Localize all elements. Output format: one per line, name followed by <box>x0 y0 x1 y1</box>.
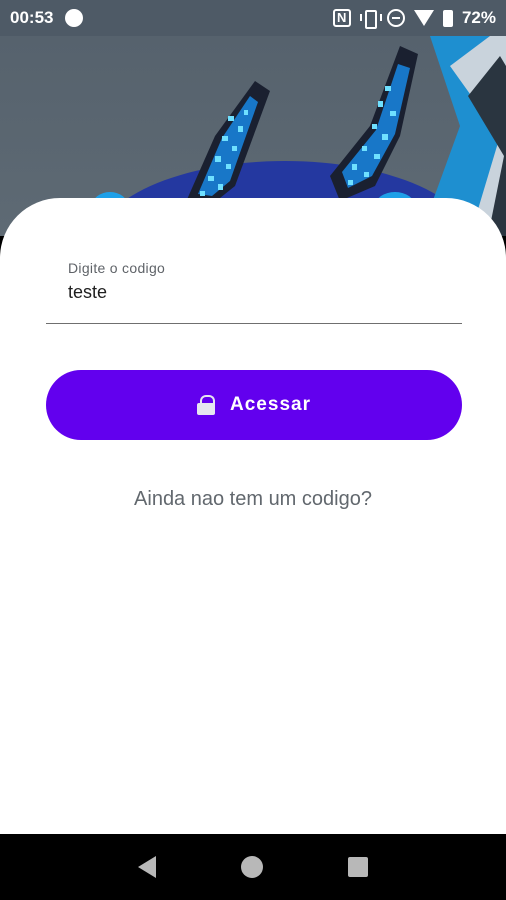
code-field[interactable]: Digite o codigo <box>46 256 462 324</box>
wifi-icon <box>413 10 434 26</box>
do-not-disturb-icon <box>386 9 405 27</box>
recents-icon[interactable] <box>348 857 369 877</box>
lock-icon <box>197 395 216 415</box>
battery-percent: 72% <box>461 8 496 27</box>
code-field-label: Digite o codigo <box>68 260 166 276</box>
vibrate-icon <box>359 9 382 29</box>
battery-icon <box>442 9 453 27</box>
access-button[interactable]: Acessar <box>46 370 462 440</box>
home-icon[interactable] <box>240 856 263 878</box>
nfc-icon <box>332 9 351 27</box>
login-card: Digite o codigo Acessar Ainda nao tem um… <box>0 198 506 834</box>
status-icons: 72% <box>332 8 496 29</box>
no-code-link[interactable]: Ainda nao tem um codigo? <box>0 488 506 511</box>
access-button-label: Acessar <box>230 394 311 415</box>
code-input[interactable] <box>68 282 448 303</box>
back-icon[interactable] <box>137 856 156 878</box>
status-bar: 00:53 72% <box>0 0 506 36</box>
status-time: 00:53 <box>10 8 54 27</box>
navigation-bar <box>0 834 506 900</box>
circle-icon <box>65 9 84 27</box>
